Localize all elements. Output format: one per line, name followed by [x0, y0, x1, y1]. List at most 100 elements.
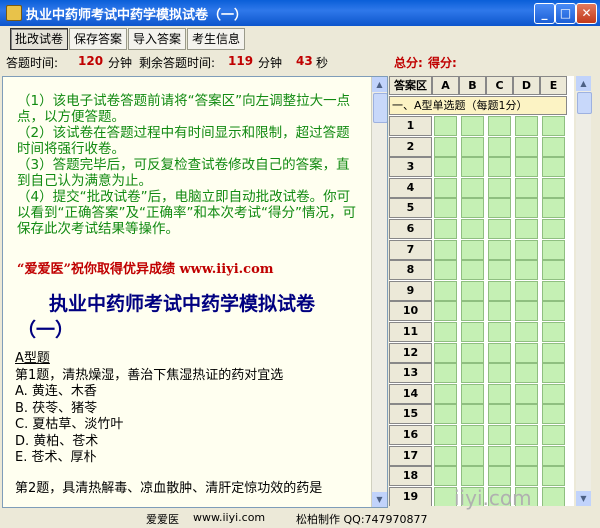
answer-cell[interactable] [488, 301, 511, 322]
candidate-info-button[interactable]: 考生信息 [187, 28, 246, 50]
question-number[interactable]: 17 [389, 445, 432, 466]
answer-cell[interactable] [461, 219, 484, 239]
answer-cell[interactable] [434, 322, 457, 342]
answer-cell[interactable] [515, 383, 538, 404]
import-answers-button[interactable]: 导入答案 [128, 28, 187, 50]
answer-cell[interactable] [542, 260, 565, 281]
answer-cell[interactable] [488, 322, 511, 342]
answer-cell[interactable] [515, 198, 538, 219]
answer-cell[interactable] [542, 486, 565, 506]
question-number[interactable]: 1 [389, 116, 432, 136]
answer-cell[interactable] [542, 157, 565, 178]
answer-cell[interactable] [461, 260, 484, 281]
answer-cell[interactable] [515, 342, 538, 363]
question-number[interactable]: 6 [389, 219, 432, 239]
answer-cell[interactable] [434, 116, 457, 136]
answer-cell[interactable] [542, 219, 565, 239]
question-number[interactable]: 9 [389, 280, 432, 301]
answer-cell[interactable] [434, 383, 457, 404]
answer-cell[interactable] [515, 466, 538, 487]
answer-cell[interactable] [461, 445, 484, 466]
answer-cell[interactable] [542, 322, 565, 342]
grade-paper-button[interactable]: 批改试卷 [10, 28, 69, 50]
answer-cell[interactable] [515, 425, 538, 445]
answer-cell[interactable] [461, 157, 484, 178]
answer-cell[interactable] [488, 157, 511, 178]
answer-cell[interactable] [515, 301, 538, 322]
question-number[interactable]: 5 [389, 198, 432, 219]
answer-cell[interactable] [488, 342, 511, 363]
answer-cell[interactable] [434, 342, 457, 363]
answer-cell[interactable] [515, 445, 538, 466]
answer-cell[interactable] [461, 136, 484, 157]
answer-cell[interactable] [515, 157, 538, 178]
answer-cell[interactable] [542, 425, 565, 445]
answer-cell[interactable] [461, 342, 484, 363]
answer-cell[interactable] [515, 116, 538, 136]
answer-cell[interactable] [434, 239, 457, 260]
question-number[interactable]: 2 [389, 136, 432, 157]
answer-cell[interactable] [488, 260, 511, 281]
answer-cell[interactable] [488, 239, 511, 260]
answer-cell[interactable] [542, 363, 565, 384]
close-button[interactable]: ✕ [576, 3, 597, 24]
answer-cell[interactable] [434, 136, 457, 157]
question-number[interactable]: 14 [389, 383, 432, 404]
answer-cell[interactable] [488, 198, 511, 219]
answer-cell[interactable] [461, 466, 484, 487]
question-number[interactable]: 16 [389, 425, 432, 445]
answer-cell[interactable] [542, 342, 565, 363]
answer-cell[interactable] [434, 363, 457, 384]
answer-cell[interactable] [488, 280, 511, 301]
answer-cell[interactable] [488, 445, 511, 466]
answer-cell[interactable] [542, 301, 565, 322]
question-number[interactable]: 10 [389, 301, 432, 322]
answer-scrollbar[interactable]: ▲ ▼ [576, 76, 592, 506]
answer-cell[interactable] [515, 280, 538, 301]
answer-cell[interactable] [434, 157, 457, 178]
question-number[interactable]: 4 [389, 177, 432, 198]
answer-cell[interactable] [434, 198, 457, 219]
answer-cell[interactable] [461, 383, 484, 404]
question-number[interactable]: 3 [389, 157, 432, 178]
question-number[interactable]: 7 [389, 239, 432, 260]
answer-cell[interactable] [542, 466, 565, 487]
scroll-thumb[interactable] [577, 92, 592, 114]
answer-cell[interactable] [488, 404, 511, 425]
answer-cell[interactable] [542, 404, 565, 425]
question-number[interactable]: 12 [389, 342, 432, 363]
answer-cell[interactable] [515, 239, 538, 260]
scroll-up-arrow-icon[interactable]: ▲ [372, 77, 387, 92]
question-number[interactable]: 15 [389, 404, 432, 425]
maximize-button[interactable]: □ [555, 3, 576, 24]
answer-cell[interactable] [461, 425, 484, 445]
answer-cell[interactable] [542, 445, 565, 466]
scroll-down-arrow-icon[interactable]: ▼ [576, 491, 591, 506]
question-number[interactable]: 11 [389, 322, 432, 342]
answer-cell[interactable] [515, 404, 538, 425]
scroll-up-arrow-icon[interactable]: ▲ [576, 76, 591, 91]
answer-cell[interactable] [542, 116, 565, 136]
answer-cell[interactable] [542, 383, 565, 404]
answer-cell[interactable] [488, 363, 511, 384]
answer-cell[interactable] [461, 322, 484, 342]
answer-cell[interactable] [515, 219, 538, 239]
answer-cell[interactable] [488, 425, 511, 445]
answer-cell[interactable] [461, 116, 484, 136]
save-answers-button[interactable]: 保存答案 [69, 28, 128, 50]
answer-cell[interactable] [434, 466, 457, 487]
question-scrollbar[interactable]: ▲ ▼ [371, 77, 387, 507]
answer-cell[interactable] [542, 136, 565, 157]
answer-cell[interactable] [542, 280, 565, 301]
answer-cell[interactable] [434, 280, 457, 301]
answer-cell[interactable] [434, 301, 457, 322]
scroll-thumb[interactable] [373, 93, 387, 123]
answer-cell[interactable] [515, 322, 538, 342]
question-number[interactable]: 8 [389, 260, 432, 281]
question-number[interactable]: 19 [389, 486, 432, 506]
answer-cell[interactable] [434, 445, 457, 466]
answer-cell[interactable] [461, 301, 484, 322]
answer-cell[interactable] [461, 177, 484, 198]
answer-cell[interactable] [488, 219, 511, 239]
answer-cell[interactable] [434, 260, 457, 281]
